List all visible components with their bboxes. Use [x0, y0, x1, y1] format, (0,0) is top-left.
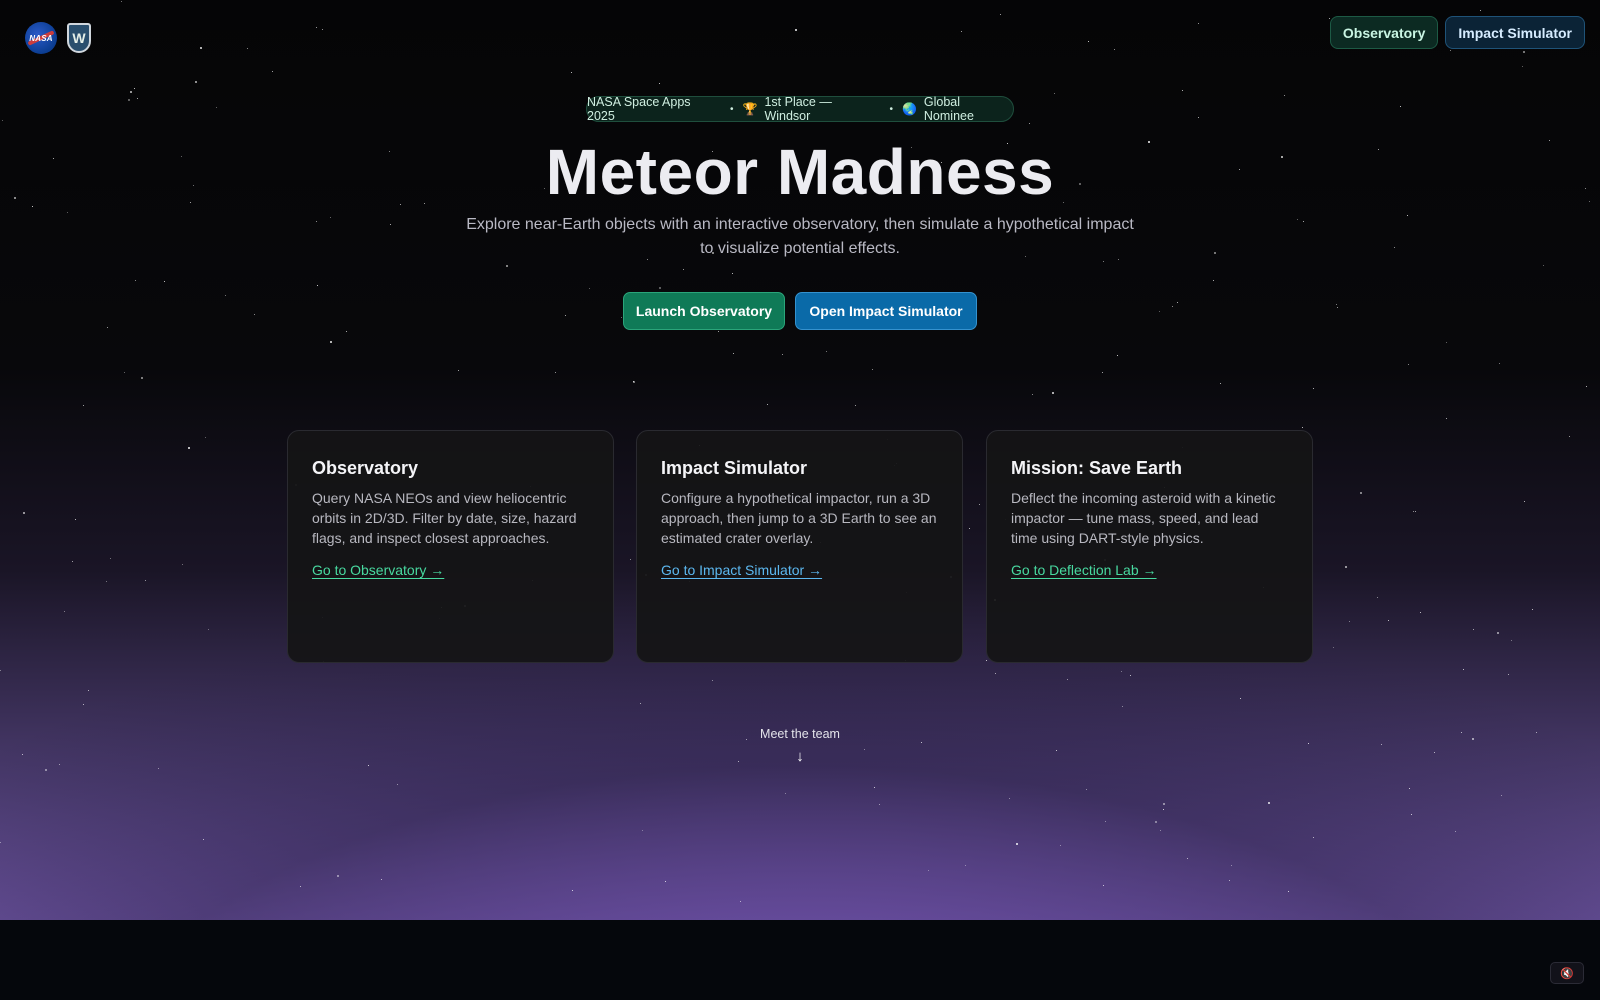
card-description: Query NASA NEOs and view heliocentric or… — [312, 490, 577, 546]
windsor-shield-logo[interactable]: W — [67, 23, 91, 53]
go-to-deflection-lab-link[interactable]: Go to Deflection Lab → — [1011, 562, 1157, 578]
go-to-impact-simulator-link[interactable]: Go to Impact Simulator → — [661, 562, 822, 578]
go-to-observatory-link[interactable]: Go to Observatory → — [312, 562, 444, 578]
card-title: Mission: Save Earth — [1011, 458, 1183, 478]
mute-icon[interactable]: 🔇 — [1550, 962, 1584, 984]
card-description: Configure a hypothetical impactor, run a… — [661, 490, 937, 546]
badge-award: 1st Place — Windsor — [764, 95, 832, 123]
card-observatory: Observatory Query NASA NEOs and view hel… — [287, 430, 614, 663]
card-description: Deflect the incoming asteroid with a kin… — [1011, 490, 1276, 546]
card-title: Observatory — [312, 458, 419, 478]
trophy-icon: 🏆 — [742, 102, 758, 116]
globe-icon: 🌏 — [901, 102, 917, 116]
badge-separator: • — [889, 103, 893, 115]
page-title: Meteor Madness — [545, 136, 1055, 208]
card-mission-save-earth: Mission: Save Earth Deflect the incoming… — [986, 430, 1313, 663]
open-impact-simulator-button[interactable]: Open Impact Simulator — [795, 292, 977, 330]
page-subtitle: Explore near-Earth objects with an inter… — [466, 216, 1134, 257]
top-nav: Observatory Impact Simulator — [1329, 16, 1585, 49]
nasa-logo[interactable]: NASA — [25, 22, 57, 54]
badge-separator: • — [729, 103, 734, 115]
badge-nominee: Global Nominee — [923, 95, 974, 123]
arrow-down-icon[interactable]: ↓ — [700, 748, 900, 765]
card-title: Impact Simulator — [661, 458, 808, 478]
award-badge: NASA Space Apps 2025 • 🏆 1st Place — Win… — [586, 95, 1014, 123]
nav-observatory-button[interactable]: Observatory — [1329, 16, 1439, 49]
badge-event: NASA Space Apps 2025 — [587, 95, 691, 123]
launch-observatory-button[interactable]: Launch Observatory — [623, 292, 785, 330]
nav-impact-simulator-button[interactable]: Impact Simulator — [1445, 16, 1585, 49]
meet-the-team-link[interactable]: Meet the team — [700, 727, 900, 741]
footer-strip — [0, 920, 1600, 1000]
card-impact-simulator: Impact Simulator Configure a hypothetica… — [636, 430, 963, 663]
logo-group: NASA W — [25, 22, 91, 54]
